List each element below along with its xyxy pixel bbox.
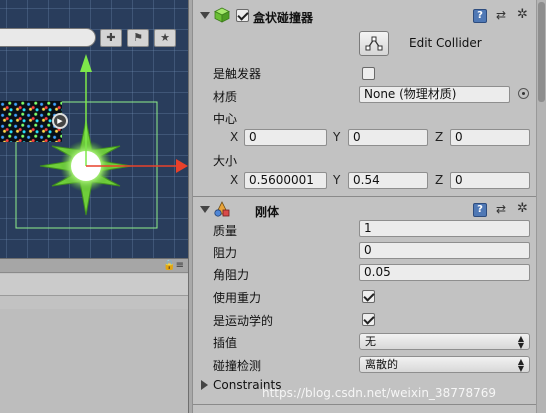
watermark: https://blog.csdn.net/weixin_38778769 (262, 386, 497, 400)
preset-icon[interactable]: ⇄ (496, 202, 506, 216)
gear-icon[interactable]: ✲ (517, 7, 528, 22)
project-search-input[interactable] (0, 28, 96, 47)
edit-collider-button[interactable] (359, 31, 389, 56)
project-toolbar (0, 274, 188, 296)
filter-by-label-icon[interactable]: ⚑ (127, 29, 149, 47)
center-y-field[interactable]: 0 (348, 129, 428, 146)
gear-icon[interactable]: ✲ (517, 201, 528, 216)
filter-by-type-icon[interactable]: ✚ (100, 29, 122, 47)
scrollbar-thumb[interactable] (538, 2, 545, 102)
size-z-field[interactable]: 0 (450, 172, 530, 189)
center-x-label: X (230, 130, 239, 144)
favorites-icon[interactable]: ★ (154, 29, 176, 47)
size-y-field[interactable]: 0.54 (348, 172, 428, 189)
help-icon[interactable]: ? (473, 9, 487, 23)
center-label: 中心 (213, 112, 238, 126)
constraints-foldout-icon[interactable] (201, 380, 208, 390)
drag-label: 阻力 (213, 246, 238, 260)
interpolate-value: 无 (365, 335, 376, 348)
foldout-arrow-icon[interactable] (200, 12, 210, 19)
drag-field[interactable]: 0 (359, 242, 530, 259)
is-kinematic-label: 是运动学的 (213, 314, 274, 328)
dropdown-arrows-icon: ▲ ▼ (517, 334, 524, 350)
is-trigger-label: 是触发器 (213, 67, 262, 81)
component-separator (193, 404, 536, 405)
collision-detection-value: 离散的 (365, 358, 398, 371)
collision-detection-dropdown[interactable]: 离散的 ▲ ▼ (359, 356, 530, 373)
material-field[interactable]: None (物理材质) (359, 86, 510, 103)
inspector-panel: 盒状碰撞器 ? ⇄ ✲ Edit Collider 是触发器 材质 None (… (193, 0, 546, 413)
rigidbody-header[interactable]: 刚体 ? ⇄ ✲ (193, 200, 536, 222)
interpolate-dropdown[interactable]: 无 ▲ ▼ (359, 333, 530, 350)
play-icon[interactable]: ▶ (52, 113, 68, 129)
edit-collider-label: Edit Collider (409, 36, 482, 50)
box-collider-enabled-checkbox[interactable] (236, 9, 249, 22)
gizmo-y-arrow[interactable] (80, 54, 92, 72)
center-y-label: Y (333, 130, 341, 144)
use-gravity-label: 使用重力 (213, 291, 262, 305)
size-z-label: Z (435, 173, 444, 187)
project-list[interactable] (0, 309, 188, 413)
lock-menu-icon[interactable]: 🔒≡ (163, 260, 184, 271)
size-x-label: X (230, 173, 239, 187)
rigidbody-shapes-icon (214, 201, 230, 217)
component-separator (193, 196, 536, 197)
material-label: 材质 (213, 90, 238, 104)
use-gravity-checkbox[interactable] (362, 290, 375, 303)
angular-drag-field[interactable]: 0.05 (359, 264, 530, 281)
size-y-label: Y (333, 173, 341, 187)
gizmo-x-arrow[interactable] (176, 159, 188, 173)
preset-icon[interactable]: ⇄ (496, 8, 506, 22)
mass-label: 质量 (213, 224, 238, 238)
angular-drag-label: 角阻力 (213, 268, 250, 282)
size-x-field[interactable]: 0.5600001 (244, 172, 327, 189)
object-picker-icon[interactable] (518, 88, 529, 99)
interpolate-label: 插值 (213, 336, 238, 350)
rigidbody-title: 刚体 (255, 205, 280, 219)
center-z-label: Z (435, 130, 444, 144)
project-panel-header: 🔒≡ (0, 259, 188, 273)
edit-bounds-icon (365, 36, 383, 51)
mass-field[interactable]: 1 (359, 220, 530, 237)
foldout-arrow-icon[interactable] (200, 206, 210, 213)
box-collider-header[interactable]: 盒状碰撞器 ? ⇄ ✲ (193, 6, 536, 28)
dropdown-arrows-icon: ▲ ▼ (517, 357, 524, 373)
center-z-field[interactable]: 0 (450, 129, 530, 146)
is-trigger-checkbox[interactable] (362, 67, 375, 80)
box-collider-title: 盒状碰撞器 (253, 11, 314, 25)
green-cube-icon (214, 7, 230, 23)
center-x-field[interactable]: 0 (244, 129, 327, 146)
help-icon[interactable]: ? (473, 203, 487, 217)
size-label: 大小 (213, 154, 238, 168)
is-kinematic-checkbox[interactable] (362, 313, 375, 326)
project-panel: 🔒≡ (0, 258, 188, 413)
collision-detection-label: 碰撞检测 (213, 359, 262, 373)
